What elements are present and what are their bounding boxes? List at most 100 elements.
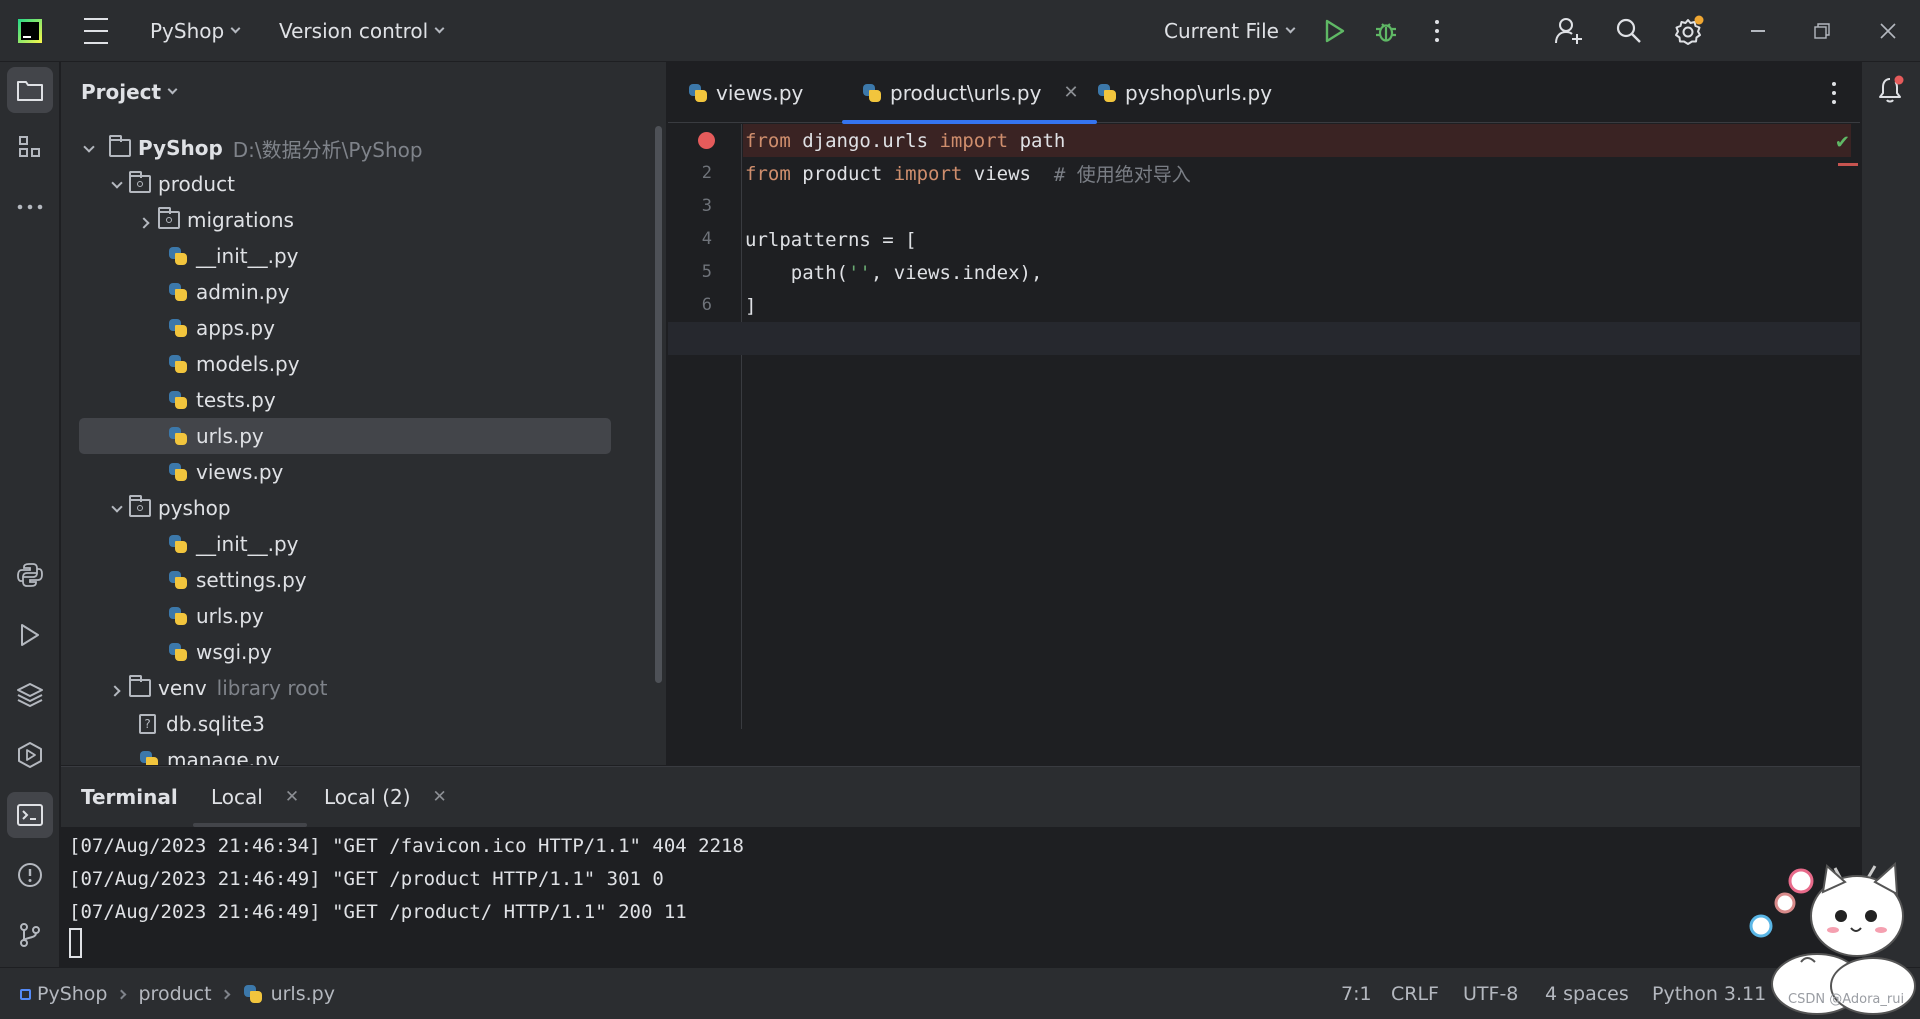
project-scrollbar[interactable] — [655, 126, 662, 683]
search-button[interactable] — [1615, 17, 1643, 45]
terminal-header: Terminal Local ✕ Local (2) ✕ — [61, 767, 1860, 827]
debug-button[interactable] — [1372, 17, 1400, 45]
services-tool-button[interactable] — [7, 732, 53, 778]
tab-pyshop-urls-py[interactable]: pyshop\urls.py — [1097, 62, 1272, 123]
active-tab-indicator — [193, 823, 307, 827]
code-line[interactable]: from product import views # 使用绝对导入 — [745, 157, 1853, 190]
breadcrumb-item[interactable]: PyShop — [37, 983, 108, 1005]
tree-item-product-urls[interactable]: urls.py — [79, 418, 611, 454]
git-tool-button[interactable] — [7, 912, 53, 958]
run-button[interactable] — [1322, 18, 1348, 44]
vcs-widget[interactable]: Version control — [279, 0, 445, 62]
indent-setting[interactable]: 4 spaces — [1545, 968, 1629, 1019]
code-line[interactable] — [745, 190, 1853, 223]
tree-item-label: manage.py — [167, 748, 280, 765]
terminal-cursor[interactable] — [69, 928, 82, 958]
line-ending[interactable]: CRLF — [1391, 968, 1439, 1019]
tab-views-py[interactable]: views.py — [688, 62, 803, 123]
title-bar: PyShop Version control Current File — [0, 0, 1920, 62]
code-line[interactable]: urlpatterns = [ — [745, 223, 1853, 256]
close-tab-icon[interactable]: ✕ — [285, 787, 299, 807]
tree-item-tests[interactable]: tests.py — [79, 382, 666, 418]
project-switcher[interactable]: PyShop — [150, 0, 241, 62]
tree-root-pyshop[interactable]: PyShop D:\数据分析\PyShop — [79, 130, 666, 166]
notifications-button[interactable] — [1868, 67, 1914, 113]
tree-item-wsgi[interactable]: wsgi.py — [79, 634, 666, 670]
minimize-button[interactable] — [1745, 18, 1771, 44]
tree-item-pyshop-urls[interactable]: urls.py — [79, 598, 666, 634]
add-user-icon — [1555, 18, 1582, 44]
caret-position[interactable]: 7:1 — [1341, 968, 1372, 1019]
problems-tool-button[interactable] — [7, 852, 53, 898]
code-line[interactable]: ] — [745, 289, 1853, 322]
inspection-ok-icon[interactable]: ✔ — [1835, 132, 1850, 153]
breadcrumb-item[interactable]: product — [139, 983, 212, 1005]
editor-tabs: views.py product\urls.py ✕ pyshop\urls.p… — [668, 62, 1860, 124]
package-folder-icon — [129, 495, 151, 517]
run-config-selector[interactable]: Current File — [1164, 0, 1296, 62]
expand-toggle-icon[interactable] — [79, 136, 101, 160]
tree-item-models[interactable]: models.py — [79, 346, 666, 382]
project-view-selector[interactable]: Project — [81, 80, 178, 104]
tree-item-migrations[interactable]: migrations — [79, 202, 666, 238]
tree-item-pyshop[interactable]: pyshop — [79, 490, 666, 526]
tab-product-urls-py[interactable]: product\urls.py ✕ — [842, 62, 1097, 124]
settings-button[interactable] — [1673, 15, 1705, 47]
editor: views.py product\urls.py ✕ pyshop\urls.p… — [668, 62, 1860, 729]
code-line-current[interactable] — [668, 322, 1860, 355]
close-tab-icon[interactable]: ✕ — [1063, 82, 1078, 103]
minimize-icon — [1751, 30, 1765, 32]
tree-item-label: __init__.py — [196, 244, 299, 268]
close-tab-icon[interactable]: ✕ — [433, 787, 447, 807]
packages-tool-button[interactable] — [7, 672, 53, 718]
terminal-tab-local[interactable]: Local ✕ — [211, 785, 299, 809]
project-tool-button[interactable] — [7, 67, 53, 113]
tree-item-product-init[interactable]: __init__.py — [79, 238, 666, 274]
terminal-line: [07/Aug/2023 21:46:34] "GET /favicon.ico… — [69, 835, 744, 857]
close-window-button[interactable] — [1875, 18, 1901, 44]
tree-item-admin[interactable]: admin.py — [79, 274, 666, 310]
collapse-toggle-icon[interactable] — [136, 208, 158, 232]
tree-item-apps[interactable]: apps.py — [79, 310, 666, 346]
code-line[interactable]: path('', views.index), — [745, 256, 1853, 289]
breadcrumb-item[interactable]: urls.py — [271, 983, 335, 1005]
code-line[interactable]: from django.urls import path — [743, 124, 1851, 157]
tree-item-manage[interactable]: manage.py — [79, 742, 666, 765]
python-file-icon — [168, 606, 188, 626]
tree-item-label: models.py — [196, 352, 300, 376]
tree-item-venv[interactable]: venv library root — [79, 670, 666, 706]
expand-toggle-icon[interactable] — [107, 172, 129, 196]
breakpoint-icon[interactable] — [698, 132, 715, 149]
chevron-down-icon — [167, 84, 178, 95]
tree-item-pyshop-init[interactable]: __init__.py — [79, 526, 666, 562]
code-text: path — [1008, 129, 1066, 152]
terminal-tool-button[interactable] — [7, 792, 53, 838]
python-console-icon — [17, 563, 43, 587]
project-switcher-label: PyShop — [150, 19, 225, 43]
terminal-tab-label: Local (2) — [324, 785, 411, 809]
add-user-button[interactable] — [1554, 16, 1584, 46]
tab-options-button[interactable] — [1826, 80, 1842, 106]
tree-item-views[interactable]: views.py — [79, 454, 666, 490]
tree-item-db-sqlite3[interactable]: ? db.sqlite3 — [79, 706, 666, 742]
run-tool-button[interactable] — [7, 612, 53, 658]
pycharm-logo-icon[interactable] — [18, 19, 42, 43]
more-tools-button[interactable] — [7, 184, 53, 230]
structure-tool-button[interactable] — [7, 124, 53, 170]
main-menu-icon[interactable] — [82, 18, 110, 44]
expand-toggle-icon[interactable] — [107, 496, 129, 520]
tree-item-label: settings.py — [196, 568, 307, 592]
error-stripe-mark[interactable] — [1838, 163, 1858, 166]
chevron-down-icon — [230, 23, 241, 34]
package-folder-icon — [158, 207, 180, 229]
terminal-tab-local-2[interactable]: Local (2) ✕ — [324, 785, 447, 809]
terminal-panel: Terminal Local ✕ Local (2) ✕ [07/Aug/202… — [61, 766, 1860, 967]
restore-button[interactable] — [1809, 18, 1835, 44]
python-console-button[interactable] — [7, 552, 53, 598]
tree-item-settings[interactable]: settings.py — [79, 562, 666, 598]
collapse-toggle-icon[interactable] — [107, 676, 129, 700]
tree-item-label: venv — [158, 676, 207, 700]
tree-item-product[interactable]: product — [79, 166, 666, 202]
file-encoding[interactable]: UTF-8 — [1463, 968, 1518, 1019]
more-actions-button[interactable] — [1426, 18, 1448, 44]
